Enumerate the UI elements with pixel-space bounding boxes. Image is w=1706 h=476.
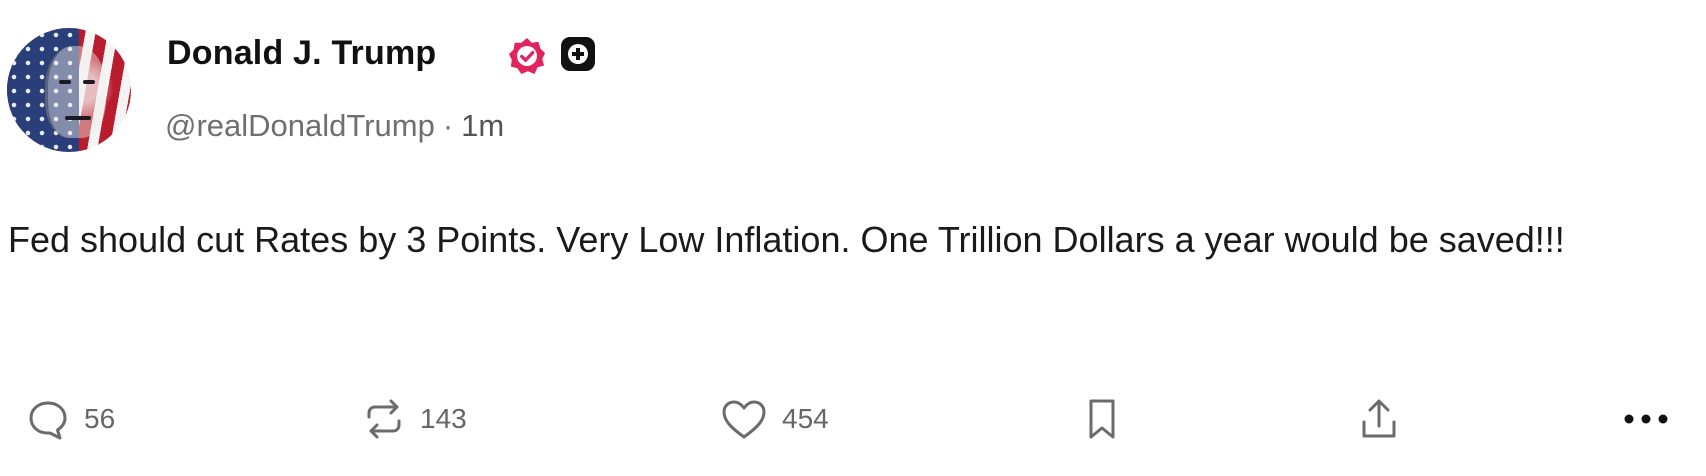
- reply-count: 56: [84, 403, 116, 434]
- plus-badge-icon: [561, 37, 595, 71]
- avatar-eye-left: [59, 80, 71, 84]
- author-name[interactable]: Donald J. Trump: [167, 34, 436, 73]
- heart-icon: [722, 400, 766, 439]
- meta-separator: ·: [442, 108, 454, 143]
- avatar-mouth: [65, 116, 91, 120]
- more-icon: [1624, 414, 1668, 424]
- avatar-face: [45, 46, 106, 138]
- bookmark-icon: [1089, 399, 1115, 439]
- avatar-eye-right: [83, 80, 95, 84]
- post-text: Fed should cut Rates by 3 Points. Very L…: [8, 219, 1565, 260]
- author-meta: @realDonaldTrump · 1m: [165, 108, 504, 144]
- author-handle[interactable]: @realDonaldTrump: [165, 108, 435, 143]
- reply-icon: [29, 401, 67, 440]
- repost-button[interactable]: 143: [362, 393, 467, 445]
- repost-icon: [367, 399, 401, 439]
- share-button[interactable]: [1358, 393, 1400, 445]
- post-timestamp[interactable]: 1m: [461, 108, 504, 143]
- like-button[interactable]: 454: [720, 393, 829, 445]
- post-card: Donald J. Trump @realDonaldTrump · 1m Fed …: [0, 0, 1706, 476]
- bookmark-button[interactable]: [1084, 393, 1120, 445]
- avatar[interactable]: [7, 28, 131, 152]
- share-icon: [1362, 399, 1396, 438]
- verified-badge-icon: [508, 37, 546, 75]
- more-options-button[interactable]: [1622, 393, 1670, 445]
- like-count: 454: [782, 403, 829, 434]
- reply-button[interactable]: 56: [26, 393, 115, 445]
- repost-count: 143: [420, 403, 467, 434]
